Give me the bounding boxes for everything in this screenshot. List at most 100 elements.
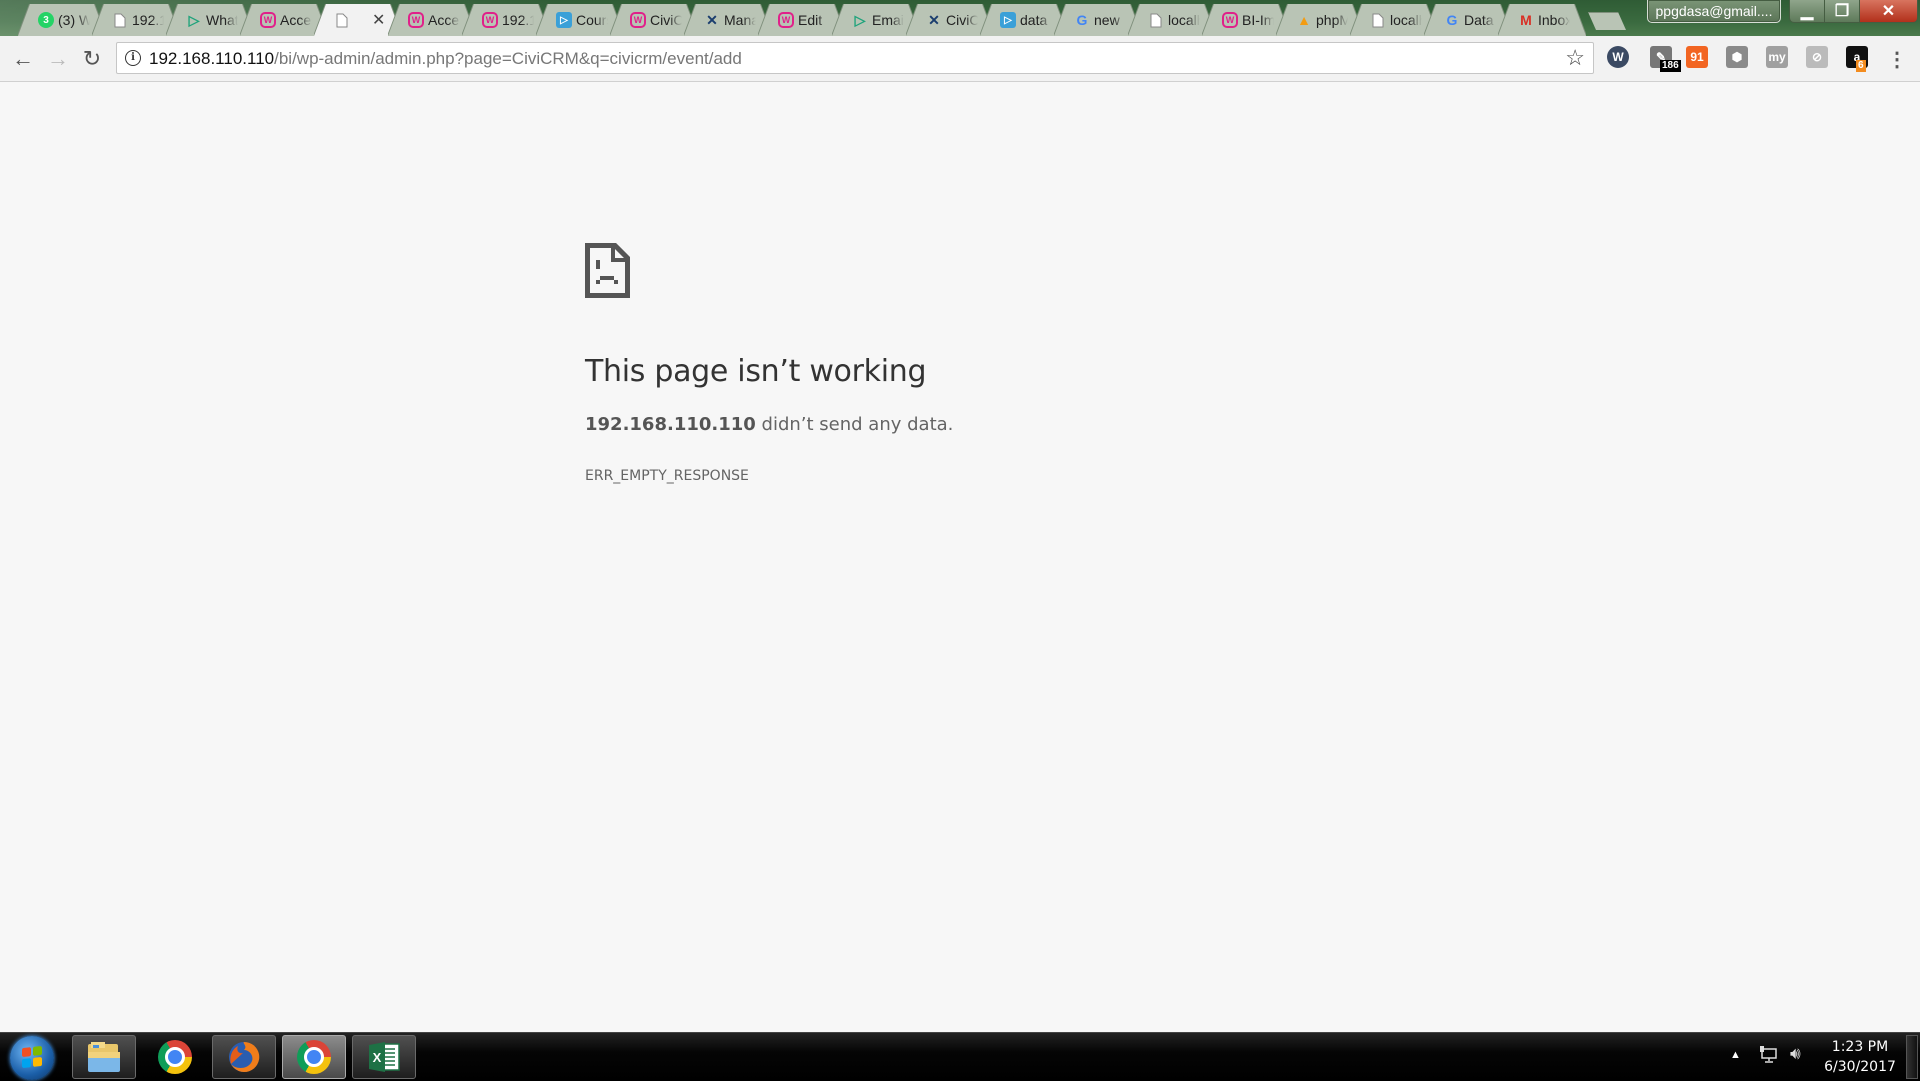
url-text[interactable]: 192.168.110.110/bi/wp-admin/admin.php?pa… [149,49,742,69]
error-message: 192.168.110.110 didn’t send any data. [585,414,953,435]
my-extension-icon[interactable]: my [1766,46,1788,68]
taskbar-file-explorer[interactable] [72,1035,136,1079]
www-blocked-extension-icon[interactable]: ⊘ [1806,46,1828,68]
extension-glyph: ⊘ [1811,50,1823,64]
cube-extension-icon[interactable]: ⬢ [1726,46,1748,68]
tab-title: Inbox [1538,12,1570,28]
bookmark-star-icon[interactable]: ☆ [1565,45,1585,71]
civicrm-x-icon: ✕ [928,11,940,28]
clock-date: 6/30/2017 [1824,1059,1896,1075]
play-badge-icon: ▷ [556,12,572,28]
volume-icon[interactable]: 🔊︎ [1790,1044,1801,1064]
show-desktop-button[interactable] [1906,1035,1918,1079]
forward-button[interactable]: → [45,46,71,72]
chrome-icon [158,1040,192,1074]
tab[interactable]: M Inbox [1498,4,1586,36]
tab-title: 192.168.110.110 [502,12,534,28]
start-button[interactable] [10,1036,54,1080]
tab-title: phpMyAdmin [1316,12,1348,28]
extension-glyph: W [1612,50,1624,64]
windscribe-extension-icon[interactable]: W [1607,46,1629,68]
wamp-icon: W [482,12,498,28]
browser-toolbar: ← → ↻ i 192.168.110.110/bi/wp-admin/admi… [0,36,1920,82]
phpmyadmin-icon: ▲ [1297,12,1311,28]
url-path: /bi/wp-admin/admin.php?page=CiviCRM&q=ci… [274,49,742,68]
extension-badge: 6 [1856,60,1866,72]
error-host: 192.168.110.110 [585,414,756,435]
svg-text:X: X [373,1050,382,1065]
taskbar-firefox[interactable] [212,1035,276,1079]
tab-title: Manage [724,12,756,28]
windows-taskbar: X ▲ 🔊︎ 1:23 PM 6/30/2017 [0,1032,1920,1081]
close-icon: ✕ [1881,3,1896,20]
tab-title: BI-Im [1242,12,1274,28]
kebab-menu-icon: ⋮ [1887,48,1907,71]
wamp-icon: W [408,12,424,28]
clock-time: 1:23 PM [1831,1039,1889,1055]
address-bar[interactable]: i 192.168.110.110/bi/wp-admin/admin.php?… [116,42,1594,74]
tab-title: Data [1464,12,1494,28]
extension-badge: 186 [1660,60,1681,72]
error-code: ERR_EMPTY_RESPONSE [585,468,749,484]
tab-title: CiviCRM [946,12,978,28]
wamp-icon: W [1222,12,1238,28]
profile-button[interactable]: ppgdasa@gmail.... [1647,0,1781,23]
taskbar-excel[interactable]: X [352,1035,416,1079]
tab-title: Course [576,12,608,28]
clipboard-extension-icon[interactable]: ✎ 186 [1650,46,1681,72]
extension-glyph: 91 [1690,50,1704,64]
arrow-right-icon: → [47,46,69,71]
tab-title: CiviCRM [650,12,682,28]
extension-glyph: ⬢ [1731,50,1743,64]
wamp-icon: W [778,12,794,28]
chrome-menu-button[interactable]: ⋮ [1884,46,1910,72]
tab-title: localhost [1390,12,1422,28]
close-window-button[interactable]: ✕ [1859,0,1918,23]
reload-icon: ↻ [82,46,102,71]
info-icon[interactable]: i [125,50,141,66]
windows-logo-icon [22,1045,42,1069]
error-message-text: didn’t send any data. [755,414,954,435]
excel-icon: X [369,1042,400,1072]
google-icon: G [1076,12,1088,28]
play-badge-icon: ▷ [1000,12,1016,28]
new-tab-button[interactable] [1588,12,1626,30]
back-button[interactable]: ← [10,46,36,72]
play-triangle-icon: ▷ [188,11,200,28]
chrome-icon [297,1040,331,1074]
sad-page-icon [585,243,630,298]
tab-title: WhatsApp [206,12,238,28]
tab-title: new [1094,12,1120,28]
clock[interactable]: 1:23 PM 6/30/2017 [1820,1037,1900,1077]
error-title: This page isn’t working [585,354,927,389]
wamp-icon: W [260,12,276,28]
page-icon [1370,12,1386,28]
show-hidden-icons-button[interactable]: ▲ [1730,1049,1741,1061]
tab-title: Access [280,12,312,28]
minimize-button[interactable]: ▁ [1789,0,1825,23]
network-icon[interactable] [1758,1045,1778,1063]
tab-close-icon[interactable]: ✕ [372,10,385,30]
tab-title: data [1020,12,1048,28]
taskbar-chrome[interactable] [143,1035,207,1079]
page-icon [334,12,350,28]
arrow-left-icon: ← [12,46,34,71]
reload-button[interactable]: ↻ [79,46,105,72]
google-icon: G [1446,12,1458,28]
whatsapp-icon: 3 [38,12,54,28]
restore-button[interactable]: ❐ [1824,0,1860,23]
folder-icon [88,1042,120,1072]
gmail-icon: M [1520,12,1532,28]
tab-title: Email [872,12,904,28]
tab-title: 192.168.110.110 [132,12,164,28]
page-icon [112,12,128,28]
minimize-icon: ▁ [1800,3,1814,20]
91-extension-icon[interactable]: 91 [1686,46,1708,68]
tab-title: Access [428,12,460,28]
tab-title: Edit [798,12,823,28]
taskbar-chrome-active[interactable] [282,1035,346,1079]
amazon-extension-icon[interactable]: a6 [1846,46,1868,72]
civicrm-x-icon: ✕ [706,11,718,28]
tab-strip: 3(3) WhatsApp192.168.110.110▷WhatsAppWAc… [0,0,1920,36]
extension-glyph: my [1768,50,1786,64]
